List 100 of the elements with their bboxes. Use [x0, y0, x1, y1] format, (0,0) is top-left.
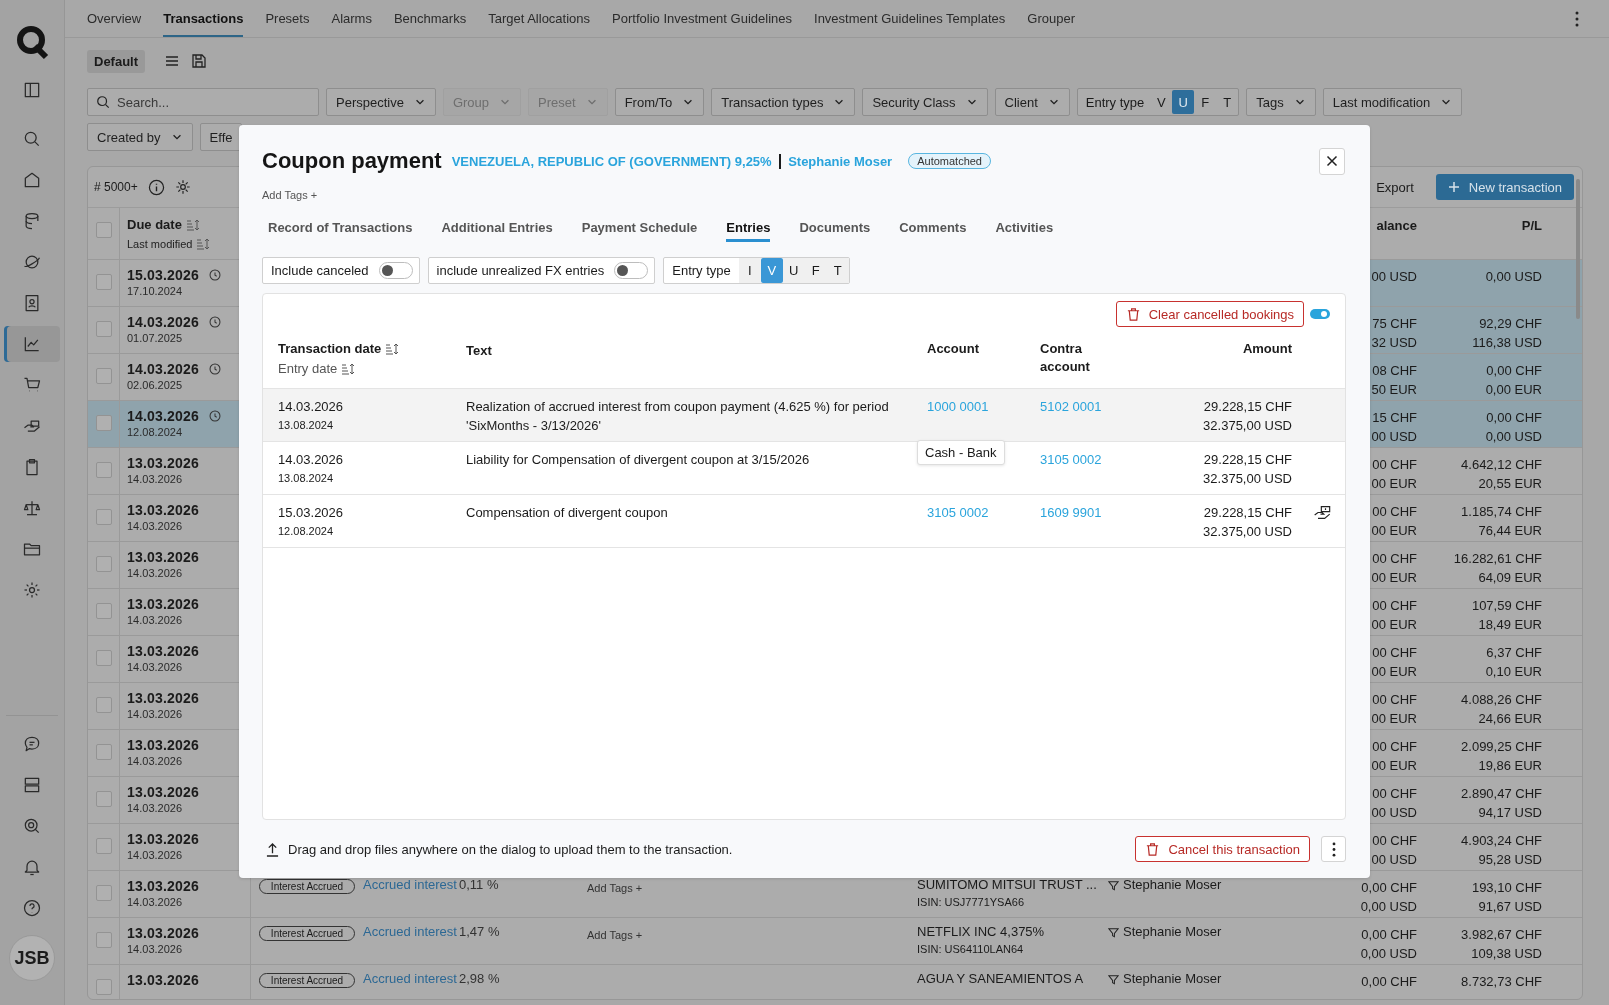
due-date: 14.03.2026: [127, 314, 200, 330]
due-date: 13.03.2026: [127, 972, 200, 988]
pl-value: 18,49 EUR: [1478, 617, 1542, 632]
column-header: Amount: [1242, 341, 1292, 356]
balance-value: 0,00 CHF: [1361, 927, 1417, 942]
pl-value: 76,44 EUR: [1478, 523, 1542, 538]
modified-date: 14.03.2026: [127, 708, 184, 720]
balance-value: 00 USD: [1371, 269, 1417, 284]
rate-text: 0,11 %: [459, 877, 500, 894]
filter-label: Entry type: [1084, 94, 1146, 110]
column-header: Text: [466, 343, 492, 358]
modified-date: 14.03.2026: [127, 614, 184, 626]
pl-value: 107,59 CHF: [1471, 598, 1542, 613]
amount-value: 32.375,00 USD: [1203, 418, 1292, 433]
transaction-date: 14.03.2026: [278, 399, 345, 414]
balance-value: 00 EUR: [1371, 570, 1417, 585]
balance-value: 15 CHF: [1372, 410, 1417, 425]
balance-value: 0,00 USD: [1360, 946, 1417, 961]
balance-value: 00 USD: [1371, 852, 1417, 867]
amount-value: 29.228,15 CHF: [1203, 399, 1292, 414]
due-date: 14.03.2026: [127, 361, 200, 377]
balance-value: 32 USD: [1371, 335, 1417, 350]
balance-value: 00 EUR: [1371, 476, 1417, 491]
due-date: 13.03.2026: [127, 784, 200, 800]
modified-date: 14.03.2026: [127, 896, 184, 908]
modified-date: 02.06.2025: [127, 379, 184, 391]
pl-value: 2.099,25 CHF: [1461, 739, 1542, 754]
balance-value: 00 CHF: [1372, 833, 1417, 848]
pl-value: 193,10 CHF: [1471, 880, 1542, 895]
pl-value: 0,00 CHF: [1486, 363, 1542, 378]
due-date: 14.03.2026: [127, 408, 200, 424]
amount-value: 32.375,00 USD: [1203, 471, 1292, 486]
client-name: Stephanie Moser: [1123, 971, 1222, 986]
upload-hint: Drag and drop files anywhere on the dialog to upload them to the transaction.: [288, 841, 733, 857]
balance-value: 00 CHF: [1372, 598, 1417, 613]
pl-value: 0,10 EUR: [1485, 664, 1542, 679]
security-name: SUMITOMO MITSUI TRUST ...: [917, 877, 1098, 892]
pl-value: 0,00 USD: [1485, 269, 1542, 284]
rate-text: 1,47 %: [459, 924, 501, 941]
balance-value: 08 CHF: [1372, 363, 1417, 378]
balance-value: 00 USD: [1371, 429, 1417, 444]
modified-date: 12.08.2024: [127, 426, 184, 438]
amount-value: 32.375,00 USD: [1203, 524, 1292, 539]
isin-text: ISIN: USJ7771YSA66: [917, 896, 1025, 908]
modified-date: 14.03.2026: [127, 943, 184, 955]
due-date: 13.03.2026: [127, 596, 200, 612]
balance-value: 00 CHF: [1372, 645, 1417, 660]
pl-value: 94,17 USD: [1478, 805, 1542, 820]
balance-value: 00 EUR: [1371, 617, 1417, 632]
toggle-label: Include canceled: [271, 263, 369, 278]
modified-date: 14.03.2026: [127, 755, 184, 767]
security-name: AGUA Y SANEAMIENTOS A: [917, 971, 1085, 986]
balance-value: 50 EUR: [1371, 382, 1417, 397]
entry-date: 13.08.2024: [278, 472, 335, 484]
pl-value: 1.185,74 CHF: [1461, 504, 1542, 519]
entry-date: 12.08.2024: [278, 525, 335, 537]
modified-date: 14.03.2026: [127, 567, 184, 579]
column-header: Account: [927, 341, 979, 356]
isin-text: ISIN: US64110LAN64: [917, 943, 1025, 955]
pl-value: 64,09 EUR: [1478, 570, 1542, 585]
balance-value: 00 CHF: [1372, 739, 1417, 754]
amount-value: 29.228,15 CHF: [1203, 505, 1292, 520]
transaction-date: 15.03.2026: [278, 505, 345, 520]
transaction-date: 14.03.2026: [278, 452, 345, 467]
due-date: 13.03.2026: [127, 643, 200, 659]
balance-value: 00 USD: [1371, 805, 1417, 820]
balance-value: 00 EUR: [1371, 664, 1417, 679]
due-date: 13.03.2026: [127, 878, 200, 894]
pl-value: 24,66 EUR: [1478, 711, 1542, 726]
due-date: 15.03.2026: [127, 267, 200, 283]
pl-value: 0,00 CHF: [1486, 410, 1542, 425]
due-date: 13.03.2026: [127, 925, 200, 941]
modified-date: 01.07.2025: [127, 332, 184, 344]
pl-value: 92,29 CHF: [1479, 316, 1542, 331]
balance-value: 00 CHF: [1372, 551, 1417, 566]
rate-text: 2,98 %: [459, 971, 501, 988]
modified-date: 14.03.2026: [127, 849, 184, 861]
balance-value: 00 CHF: [1372, 457, 1417, 472]
pl-value: 116,38 USD: [1472, 335, 1542, 350]
pl-value: 2.890,47 CHF: [1461, 786, 1542, 801]
pl-value: 16.282,61 CHF: [1453, 551, 1542, 566]
pl-value: 3.982,67 CHF: [1461, 927, 1542, 942]
due-date: 13.03.2026: [127, 549, 200, 565]
filter-label: Entry type: [671, 263, 732, 278]
separator: |: [777, 152, 783, 170]
dialog-title: Coupon payment: [262, 148, 442, 174]
balance-value: 0,00 USD: [1360, 899, 1417, 914]
due-date: 13.03.2026: [127, 690, 200, 706]
client-name: Stephanie Moser: [1123, 924, 1222, 939]
pl-value: 4.642,12 CHF: [1461, 457, 1542, 472]
balance-value: 75 CHF: [1372, 316, 1417, 331]
pl-value: 20,55 EUR: [1478, 476, 1542, 491]
pl-value: 0,00 EUR: [1485, 382, 1542, 397]
balance-value: 00 EUR: [1371, 758, 1417, 773]
balance-value: 00 CHF: [1372, 504, 1417, 519]
pl-value: 8.732,73 CHF: [1461, 974, 1542, 989]
due-date: 13.03.2026: [127, 737, 200, 753]
balance-value: 00 CHF: [1372, 692, 1417, 707]
due-date: 13.03.2026: [127, 831, 200, 847]
due-date: 13.03.2026: [127, 455, 200, 471]
